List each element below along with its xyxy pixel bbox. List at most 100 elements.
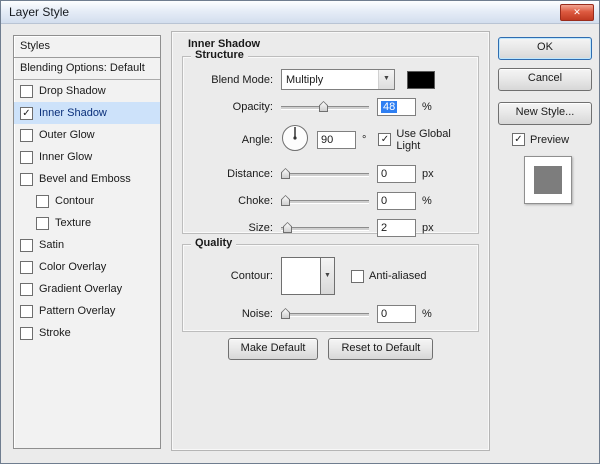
angle-dial[interactable]	[281, 124, 309, 155]
opacity-input[interactable]: 48	[377, 98, 416, 116]
style-checkbox[interactable]	[20, 261, 33, 274]
choke-unit: %	[422, 195, 432, 207]
chevron-down-icon: ▼	[378, 70, 394, 89]
style-checkbox[interactable]	[36, 195, 49, 208]
distance-slider-thumb[interactable]	[281, 168, 290, 179]
preview-thumbnail-square	[534, 166, 562, 194]
noise-label: Noise:	[193, 308, 273, 320]
opacity-label: Opacity:	[193, 101, 273, 113]
anti-aliased-group: Anti-aliased	[351, 270, 426, 283]
sidebar-item-pattern-overlay[interactable]: Pattern Overlay	[14, 300, 160, 322]
angle-row: Angle: 90 ° Use Global Light	[193, 124, 468, 155]
sidebar-item-texture[interactable]: Texture	[14, 212, 160, 234]
dialog-actions: OK Cancel New Style... Preview	[498, 37, 592, 204]
sidebar-item-bevel-and-emboss[interactable]: Bevel and Emboss	[14, 168, 160, 190]
style-checkbox[interactable]	[20, 151, 33, 164]
sidebar-item-drop-shadow[interactable]: Drop Shadow	[14, 80, 160, 102]
distance-row: Distance: 0 px	[193, 165, 468, 183]
titlebar[interactable]: Layer Style ✕	[1, 1, 599, 24]
quality-group: Quality Contour: ▼ Anti-aliased Noise:	[182, 244, 479, 332]
blend-mode-label: Blend Mode:	[193, 74, 273, 86]
opacity-row: Opacity: 48 %	[193, 98, 468, 116]
size-slider-thumb[interactable]	[283, 222, 292, 233]
sidebar-item-color-overlay[interactable]: Color Overlay	[14, 256, 160, 278]
preview-checkbox[interactable]	[512, 133, 525, 146]
default-buttons-row: Make Default Reset to Default	[172, 338, 489, 360]
ok-button[interactable]: OK	[498, 37, 592, 60]
sidebar-item-label: Inner Shadow	[39, 107, 107, 119]
sidebar-item-contour[interactable]: Contour	[14, 190, 160, 212]
styles-list-header: Styles	[14, 36, 160, 58]
close-icon[interactable]: ✕	[560, 4, 594, 21]
noise-row: Noise: 0 %	[193, 305, 468, 323]
noise-unit: %	[422, 308, 432, 320]
distance-input[interactable]: 0	[377, 165, 416, 183]
blend-mode-value: Multiply	[282, 74, 378, 86]
sidebar-item-stroke[interactable]: Stroke	[14, 322, 160, 344]
sidebar-item-label: Outer Glow	[39, 129, 95, 141]
choke-label: Choke:	[193, 195, 273, 207]
distance-slider[interactable]	[281, 167, 369, 181]
style-checkbox[interactable]	[20, 239, 33, 252]
sidebar-item-satin[interactable]: Satin	[14, 234, 160, 256]
reset-to-default-button[interactable]: Reset to Default	[328, 338, 433, 360]
shadow-color-swatch[interactable]	[407, 71, 435, 89]
sidebar-item-label: Satin	[39, 239, 64, 251]
new-style-button[interactable]: New Style...	[498, 102, 592, 125]
sidebar-item-label: Pattern Overlay	[39, 305, 115, 317]
structure-group-title: Structure	[191, 49, 248, 61]
sidebar-item-label: Texture	[55, 217, 91, 229]
choke-row: Choke: 0 %	[193, 192, 468, 210]
cancel-button[interactable]: Cancel	[498, 68, 592, 91]
style-checkbox[interactable]	[20, 107, 33, 120]
contour-thumbnail[interactable]	[281, 257, 321, 295]
size-unit: px	[422, 222, 434, 234]
choke-slider[interactable]	[281, 194, 369, 208]
sidebar-item-outer-glow[interactable]: Outer Glow	[14, 124, 160, 146]
style-checkbox[interactable]	[20, 85, 33, 98]
structure-group: Structure Blend Mode: Multiply ▼ Opacity…	[182, 56, 479, 234]
style-checkbox[interactable]	[20, 305, 33, 318]
sidebar-item-label: Gradient Overlay	[39, 283, 122, 295]
use-global-light-label: Use Global Light	[396, 128, 468, 152]
sidebar-item-gradient-overlay[interactable]: Gradient Overlay	[14, 278, 160, 300]
sidebar-item-label: Drop Shadow	[39, 85, 106, 97]
chevron-down-icon[interactable]: ▼	[321, 257, 335, 295]
style-checkbox[interactable]	[20, 173, 33, 186]
layer-style-dialog: Layer Style ✕ Styles Blending Options: D…	[0, 0, 600, 464]
styles-list: Styles Blending Options: Default Drop Sh…	[13, 35, 161, 449]
contour-label: Contour:	[193, 270, 273, 282]
preview-thumbnail	[524, 156, 572, 204]
choke-slider-thumb[interactable]	[281, 195, 290, 206]
angle-input[interactable]: 90	[317, 131, 356, 149]
noise-slider[interactable]	[281, 307, 369, 321]
contour-picker[interactable]: ▼	[281, 257, 335, 295]
style-checkbox[interactable]	[20, 327, 33, 340]
contour-row: Contour: ▼ Anti-aliased	[193, 257, 468, 295]
sidebar-item-inner-glow[interactable]: Inner Glow	[14, 146, 160, 168]
sidebar-item-label: Stroke	[39, 327, 71, 339]
use-global-light-group: Use Global Light	[378, 128, 468, 152]
quality-group-title: Quality	[191, 237, 236, 249]
inner-shadow-panel: Inner Shadow Structure Blend Mode: Multi…	[171, 31, 490, 451]
angle-label: Angle:	[193, 134, 273, 146]
noise-slider-thumb[interactable]	[281, 308, 290, 319]
choke-input[interactable]: 0	[377, 192, 416, 210]
style-checkbox[interactable]	[20, 283, 33, 296]
size-input[interactable]: 2	[377, 219, 416, 237]
anti-aliased-checkbox[interactable]	[351, 270, 364, 283]
opacity-slider-thumb[interactable]	[319, 101, 328, 112]
sidebar-item-inner-shadow[interactable]: Inner Shadow	[14, 102, 160, 124]
noise-input[interactable]: 0	[377, 305, 416, 323]
style-checkbox[interactable]	[36, 217, 49, 230]
size-slider[interactable]	[281, 221, 369, 235]
sidebar-item-blending-options[interactable]: Blending Options: Default	[14, 58, 160, 80]
anti-aliased-label: Anti-aliased	[369, 270, 426, 282]
style-checkbox[interactable]	[20, 129, 33, 142]
use-global-light-checkbox[interactable]	[378, 133, 391, 146]
sidebar-item-label: Contour	[55, 195, 94, 207]
size-row: Size: 2 px	[193, 219, 468, 237]
make-default-button[interactable]: Make Default	[228, 338, 319, 360]
blend-mode-select[interactable]: Multiply ▼	[281, 69, 395, 90]
opacity-slider[interactable]	[281, 100, 369, 114]
